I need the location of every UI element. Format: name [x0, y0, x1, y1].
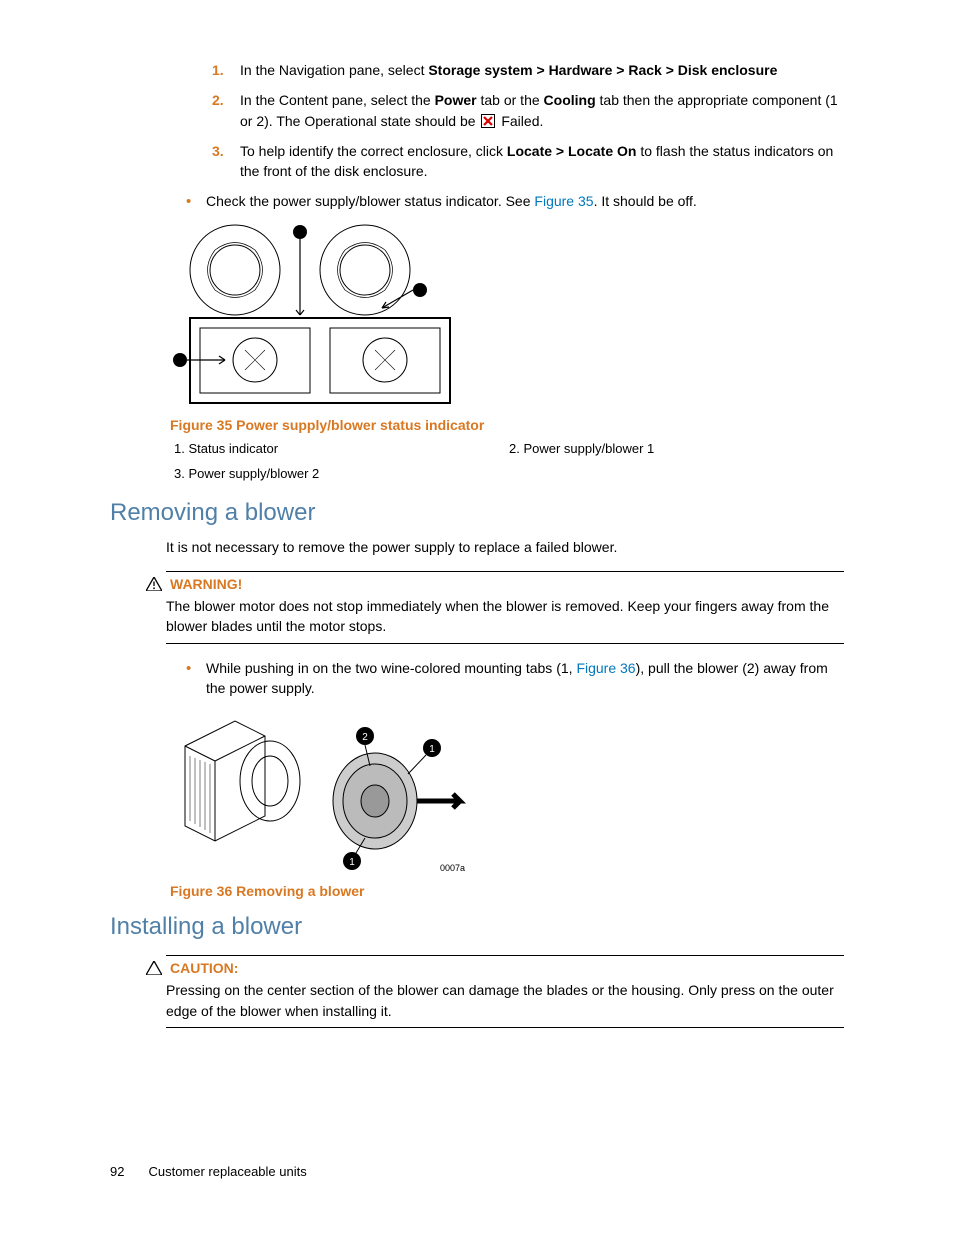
figure-36-caption: Figure 36 Removing a blower	[170, 883, 844, 899]
svg-text:1: 1	[429, 744, 435, 755]
step-1: 1. In the Navigation pane, select Storag…	[212, 60, 844, 80]
step-1-path: Storage system > Hardware > Rack > Disk …	[428, 62, 777, 78]
bullet2-text-a: While pushing in on the two wine-colored…	[206, 660, 576, 676]
step-3-number: 3.	[212, 141, 224, 161]
divider	[166, 643, 844, 644]
step-1-text-a: In the Navigation pane, select	[240, 62, 428, 78]
legend-item-3: 3. Power supply/blower 2	[174, 466, 509, 481]
divider	[166, 571, 844, 572]
figure-35-legend: 1. Status indicator 2. Power supply/blow…	[174, 441, 844, 481]
step-3-locate: Locate > Locate On	[507, 143, 637, 159]
warning-icon	[146, 577, 162, 591]
step-3: 3. To help identify the correct enclosur…	[212, 141, 844, 182]
divider	[166, 955, 844, 956]
bullet1-text-b: . It should be off.	[594, 193, 697, 209]
figure-36-image: 2 1 1 0007a	[170, 706, 844, 879]
legend-item-1: 1. Status indicator	[174, 441, 509, 456]
svg-text:1: 1	[349, 857, 355, 868]
check-status-item: Check the power supply/blower status ind…	[182, 191, 844, 211]
figure-35-image	[170, 220, 844, 413]
svg-text:2: 2	[362, 732, 368, 743]
step-2-text-c: tab or the	[477, 92, 544, 108]
removing-steps-list: While pushing in on the two wine-colored…	[182, 658, 844, 699]
step-2-cooling: Cooling	[544, 92, 596, 108]
step-2-number: 2.	[212, 90, 224, 110]
warning-admonition: WARNING! The blower motor does not stop …	[166, 571, 844, 644]
step-3-text-a: To help identify the correct enclosure, …	[240, 143, 507, 159]
caution-admonition: CAUTION: Pressing on the center section …	[166, 955, 844, 1028]
svg-text:0007a: 0007a	[440, 863, 465, 873]
step-2: 2. In the Content pane, select the Power…	[212, 90, 844, 131]
page-footer: 92 Customer replaceable units	[110, 1164, 307, 1179]
caution-body: Pressing on the center section of the bl…	[166, 980, 844, 1021]
removing-intro-text: It is not necessary to remove the power …	[166, 537, 844, 557]
figure-35-caption: Figure 35 Power supply/blower status ind…	[170, 417, 844, 433]
navigation-steps-list: 1. In the Navigation pane, select Storag…	[212, 60, 844, 181]
warning-body: The blower motor does not stop immediate…	[166, 596, 844, 637]
bullet1-text-a: Check the power supply/blower status ind…	[206, 193, 534, 209]
failed-icon	[481, 114, 495, 128]
divider	[166, 1027, 844, 1028]
legend-item-2: 2. Power supply/blower 1	[509, 441, 844, 456]
page-number: 92	[110, 1164, 124, 1179]
caution-icon	[146, 961, 162, 975]
caution-title: CAUTION:	[170, 960, 238, 976]
step-2-text-a: In the Content pane, select the	[240, 92, 435, 108]
check-status-list: Check the power supply/blower status ind…	[182, 191, 844, 211]
removing-blower-heading: Removing a blower	[110, 499, 844, 527]
figure-35-link[interactable]: Figure 35	[534, 193, 593, 209]
figure-36-link[interactable]: Figure 36	[576, 660, 635, 676]
footer-section-title: Customer replaceable units	[148, 1164, 306, 1179]
step-2-text-f: Failed.	[497, 113, 543, 129]
warning-title: WARNING!	[170, 576, 242, 592]
step-1-number: 1.	[212, 60, 224, 80]
removing-step-item: While pushing in on the two wine-colored…	[182, 658, 844, 699]
installing-blower-heading: Installing a blower	[110, 913, 844, 941]
step-2-power: Power	[435, 92, 477, 108]
